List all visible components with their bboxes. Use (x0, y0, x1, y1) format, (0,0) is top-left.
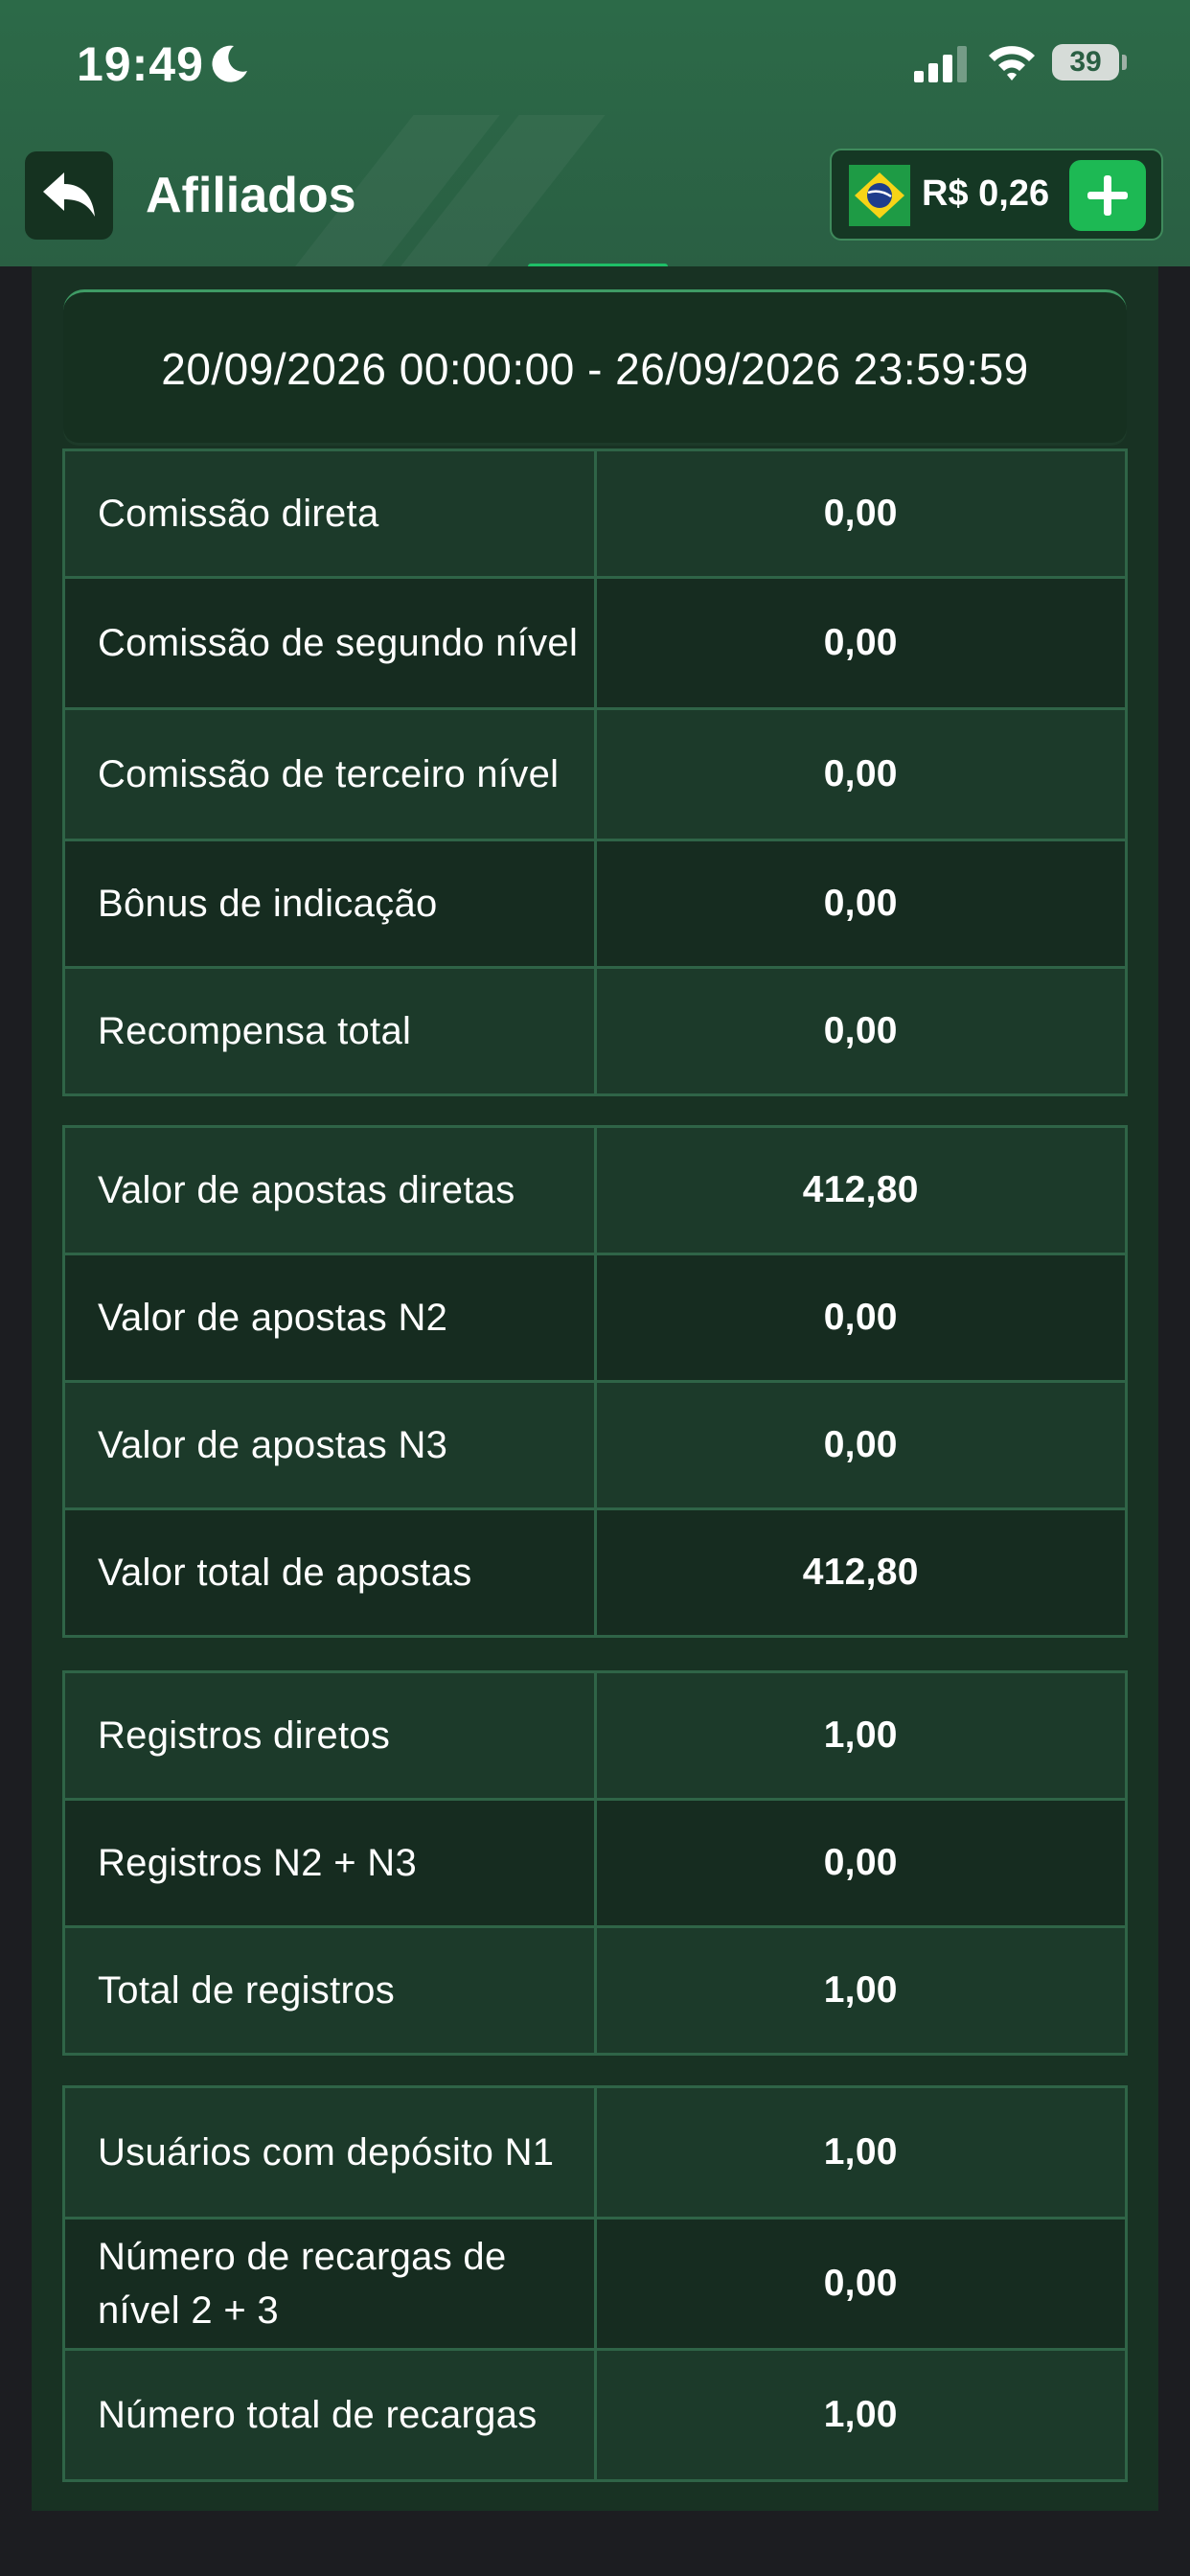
bets-table: Valor de apostas diretas 412,80 Valor de… (62, 1125, 1128, 1638)
balance-widget[interactable]: R$ 0,26 (830, 149, 1163, 241)
row-label: Comissão de segundo nível (62, 576, 597, 710)
table-row: Número de recargas de nível 2 + 3 0,00 (62, 2217, 1128, 2351)
row-label: Bônus de indicação (62, 839, 597, 969)
app-header: 19:49 39 Afiliados R$ 0,26 (0, 0, 1190, 266)
stats-panel: 20/09/2026 00:00:00 - 26/09/2026 23:59:5… (32, 266, 1158, 2511)
registrations-table: Registros diretos 1,00 Registros N2 + N3… (62, 1670, 1128, 2056)
row-value: 1,00 (593, 2085, 1128, 2220)
back-button[interactable] (25, 151, 113, 240)
row-value: 0,00 (593, 448, 1128, 579)
row-value: 0,00 (593, 1380, 1128, 1510)
row-value: 412,80 (593, 1507, 1128, 1638)
table-row: Valor de apostas N3 0,00 (62, 1380, 1128, 1510)
status-time: 19:49 (77, 37, 204, 91)
table-row: Valor total de apostas 412,80 (62, 1507, 1128, 1638)
row-value: 1,00 (593, 1925, 1128, 2056)
row-value: 1,00 (593, 2348, 1128, 2482)
row-label: Número de recargas de nível 2 + 3 (62, 2217, 597, 2351)
row-label: Número total de recargas (62, 2348, 597, 2482)
table-row: Comissão direta 0,00 (62, 448, 1128, 579)
back-arrow-icon (43, 172, 95, 217)
page-title: Afiliados (146, 168, 356, 223)
row-value: 0,00 (593, 707, 1128, 841)
row-value: 412,80 (593, 1125, 1128, 1255)
signal-icon (914, 46, 967, 82)
row-label: Valor de apostas N3 (62, 1380, 597, 1510)
row-label: Valor de apostas diretas (62, 1125, 597, 1255)
table-row: Número total de recargas 1,00 (62, 2348, 1128, 2482)
table-row: Total de registros 1,00 (62, 1925, 1128, 2056)
row-value: 0,00 (593, 2217, 1128, 2351)
balance-amount: R$ 0,26 (922, 173, 1050, 214)
brazil-flag-icon (849, 165, 910, 226)
row-label: Comissão direta (62, 448, 597, 579)
row-value: 0,00 (593, 839, 1128, 969)
row-label: Recompensa total (62, 966, 597, 1096)
plus-icon (1087, 175, 1128, 216)
row-label: Registros N2 + N3 (62, 1798, 597, 1928)
table-row: Recompensa total 0,00 (62, 966, 1128, 1096)
table-row: Bônus de indicação 0,00 (62, 839, 1128, 969)
row-label: Registros diretos (62, 1670, 597, 1801)
bottom-area (0, 2511, 1190, 2576)
battery-tip (1122, 55, 1127, 70)
row-label: Comissão de terceiro nível (62, 707, 597, 841)
moon-icon (212, 45, 247, 82)
row-value: 0,00 (593, 1798, 1128, 1928)
wifi-icon (989, 46, 1035, 80)
row-label: Valor de apostas N2 (62, 1253, 597, 1383)
deposits-table: Usuários com depósito N1 1,00 Número de … (62, 2085, 1128, 2482)
table-row: Comissão de terceiro nível 0,00 (62, 707, 1128, 841)
date-range-selector[interactable]: 20/09/2026 00:00:00 - 26/09/2026 23:59:5… (63, 289, 1127, 446)
row-label: Usuários com depósito N1 (62, 2085, 597, 2220)
table-row: Comissão de segundo nível 0,00 (62, 576, 1128, 710)
row-label: Valor total de apostas (62, 1507, 597, 1638)
table-row: Registros N2 + N3 0,00 (62, 1798, 1128, 1928)
commission-table: Comissão direta 0,00 Comissão de segundo… (62, 448, 1128, 1096)
row-value: 0,00 (593, 1253, 1128, 1383)
table-row: Registros diretos 1,00 (62, 1670, 1128, 1801)
row-value: 1,00 (593, 1670, 1128, 1801)
row-label: Total de registros (62, 1925, 597, 2056)
row-value: 0,00 (593, 966, 1128, 1096)
table-row: Valor de apostas diretas 412,80 (62, 1125, 1128, 1255)
deposit-button[interactable] (1069, 160, 1146, 231)
row-value: 0,00 (593, 576, 1128, 710)
table-row: Usuários com depósito N1 1,00 (62, 2085, 1128, 2220)
battery-icon: 39 (1052, 44, 1119, 80)
table-row: Valor de apostas N2 0,00 (62, 1253, 1128, 1383)
